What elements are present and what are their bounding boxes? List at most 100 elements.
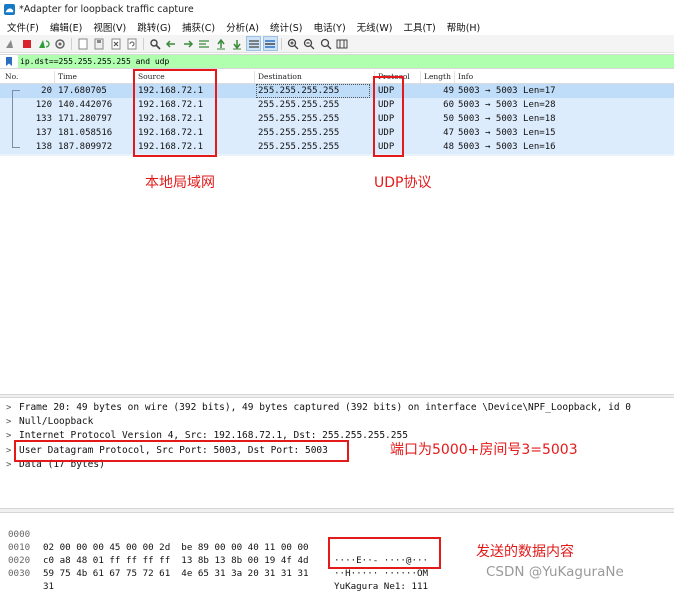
payload-highlight-box xyxy=(328,537,441,569)
column-separator[interactable] xyxy=(54,71,55,83)
packet-info: 5003 → 5003 Len=16 xyxy=(458,142,556,152)
column-header-no[interactable]: No. xyxy=(5,72,18,81)
stop-icon[interactable] xyxy=(21,37,34,50)
menu-tools[interactable]: 工具(T) xyxy=(398,20,441,34)
packet-length: 60 xyxy=(443,100,454,110)
packet-no: 138 xyxy=(35,142,52,152)
packet-time: 181.058516 xyxy=(58,128,113,138)
packet-no: 133 xyxy=(35,114,52,124)
menu-edit[interactable]: 编辑(E) xyxy=(45,20,88,34)
packet-info: 5003 → 5003 Len=15 xyxy=(458,128,556,138)
close-file-icon[interactable] xyxy=(109,37,122,50)
data-annotation: 发送的数据内容 xyxy=(476,544,574,560)
packet-no: 120 xyxy=(35,100,52,110)
reload-icon[interactable] xyxy=(126,37,139,50)
packet-row[interactable]: 133 171.280797 192.168.72.1 255.255.255.… xyxy=(0,112,674,126)
menu-capture[interactable]: 捕获(C) xyxy=(177,20,221,34)
packet-row[interactable]: 138 187.809972 192.168.72.1 255.255.255.… xyxy=(0,140,674,154)
csdn-watermark: CSDN @YuKaguraNe xyxy=(486,564,624,580)
packet-length: 48 xyxy=(443,142,454,152)
menu-go[interactable]: 跳转(G) xyxy=(132,20,177,34)
hex-bytes: 02 00 00 00 45 00 00 2d be 89 00 00 40 1… xyxy=(43,542,309,553)
detail-text: Frame 20: 49 bytes on wire (392 bits), 4… xyxy=(19,402,631,413)
packet-destination: 255.255.255.255 xyxy=(258,114,340,124)
packet-time: 17.680705 xyxy=(58,86,107,96)
menu-bar: 文件(F) 编辑(E) 视图(V) 跳转(G) 捕获(C) 分析(A) 统计(S… xyxy=(0,18,674,35)
zoom-in-icon[interactable] xyxy=(286,37,299,50)
hex-row[interactable]: 0030 31 1 xyxy=(0,554,54,592)
expand-arrow-icon[interactable]: > xyxy=(6,429,11,443)
lan-annotation: 本地局域网 xyxy=(145,175,215,191)
udp-port-highlight-box xyxy=(14,440,349,462)
packet-length: 47 xyxy=(443,128,454,138)
packet-destination: 255.255.255.255 xyxy=(258,100,340,110)
detail-text: Null/Loopback xyxy=(19,416,94,427)
packet-no: 137 xyxy=(35,128,52,138)
first-packet-icon[interactable] xyxy=(214,37,227,50)
back-icon[interactable] xyxy=(165,37,178,50)
find-icon[interactable] xyxy=(148,37,161,50)
wireshark-logo-icon xyxy=(4,3,15,15)
hex-row[interactable]: 0010 c0 a8 48 01 ff ff ff ff 13 8b 13 8b… xyxy=(0,528,428,579)
column-separator[interactable] xyxy=(454,71,455,83)
display-filter-input[interactable]: ip.dst==255.255.255.255 and udp xyxy=(18,55,674,68)
last-packet-icon[interactable] xyxy=(231,37,244,50)
hex-bytes: 31 xyxy=(43,581,55,592)
source-highlight-box xyxy=(133,69,217,157)
menu-view[interactable]: 视图(V) xyxy=(88,20,132,34)
hex-row[interactable]: 0000 02 00 00 00 45 00 00 2d be 89 00 00… xyxy=(0,515,428,566)
packet-no: 20 xyxy=(41,86,52,96)
udp-annotation: UDP协议 xyxy=(374,175,432,191)
restart-capture-icon[interactable] xyxy=(37,37,50,50)
zoom-normal-icon[interactable] xyxy=(319,37,332,50)
packet-row[interactable]: 137 181.058516 192.168.72.1 255.255.255.… xyxy=(0,126,674,140)
zoom-out-icon[interactable] xyxy=(303,37,316,50)
menu-analyze[interactable]: 分析(A) xyxy=(221,20,265,34)
toolbar-separator xyxy=(71,37,72,50)
resize-columns-icon[interactable] xyxy=(336,37,349,50)
column-header-length[interactable]: Length xyxy=(424,72,451,81)
packet-list-header: No. Time Source Destination Protocol Len… xyxy=(0,71,674,84)
toolbar-separator xyxy=(281,37,282,50)
open-file-icon[interactable] xyxy=(76,37,89,50)
colorize-icon[interactable] xyxy=(262,36,278,51)
hex-bytes: 59 75 4b 61 67 75 72 61 4e 65 31 3a 20 3… xyxy=(43,568,309,579)
forward-icon[interactable] xyxy=(181,37,194,50)
hex-ascii: YuKagura Ne1: 111 xyxy=(334,581,429,592)
packet-length: 49 xyxy=(443,86,454,96)
menu-help[interactable]: 帮助(H) xyxy=(442,20,487,34)
save-file-icon[interactable] xyxy=(93,37,106,50)
toolbar-separator xyxy=(143,37,144,50)
packet-time: 187.809972 xyxy=(58,142,113,152)
column-separator[interactable] xyxy=(420,71,421,83)
expand-arrow-icon[interactable]: > xyxy=(6,458,11,472)
packet-info: 5003 → 5003 Len=17 xyxy=(458,86,556,96)
capture-options-icon[interactable] xyxy=(54,37,67,50)
packet-time: 140.442076 xyxy=(58,100,113,110)
column-header-time[interactable]: Time xyxy=(58,72,77,81)
packet-row[interactable]: 120 140.442076 192.168.72.1 255.255.255.… xyxy=(0,98,674,112)
bookmark-icon[interactable] xyxy=(4,56,14,67)
hex-offset: 0030 xyxy=(8,568,31,579)
menu-file[interactable]: 文件(F) xyxy=(2,20,45,34)
menu-wireless[interactable]: 无线(W) xyxy=(352,20,399,34)
column-separator[interactable] xyxy=(254,71,255,83)
expand-arrow-icon[interactable]: > xyxy=(6,401,11,415)
menu-statistics[interactable]: 统计(S) xyxy=(265,20,308,34)
display-filter-bar: ip.dst==255.255.255.255 and udp xyxy=(0,54,674,69)
port-annotation: 端口为5000+房间号3=5003 xyxy=(390,442,578,458)
window-title: *Adapter for loopback traffic capture xyxy=(19,3,194,15)
packet-destination: 255.255.255.255 xyxy=(258,128,340,138)
column-header-destination[interactable]: Destination xyxy=(258,72,302,81)
packet-info: 5003 → 5003 Len=18 xyxy=(458,114,556,124)
hex-row[interactable]: 0020 59 75 4b 61 67 75 72 61 4e 65 31 3a… xyxy=(0,541,428,592)
column-header-info[interactable]: Info xyxy=(458,72,473,81)
main-toolbar xyxy=(0,35,674,53)
expand-arrow-icon[interactable]: > xyxy=(6,444,11,458)
shark-fin-start-icon[interactable] xyxy=(4,37,17,50)
menu-telephony[interactable]: 电话(Y) xyxy=(308,20,351,34)
goto-packet-icon[interactable] xyxy=(198,37,211,50)
expand-arrow-icon[interactable]: > xyxy=(6,415,11,429)
focus-cell-outline xyxy=(256,84,370,98)
autoscroll-icon[interactable] xyxy=(246,36,261,51)
